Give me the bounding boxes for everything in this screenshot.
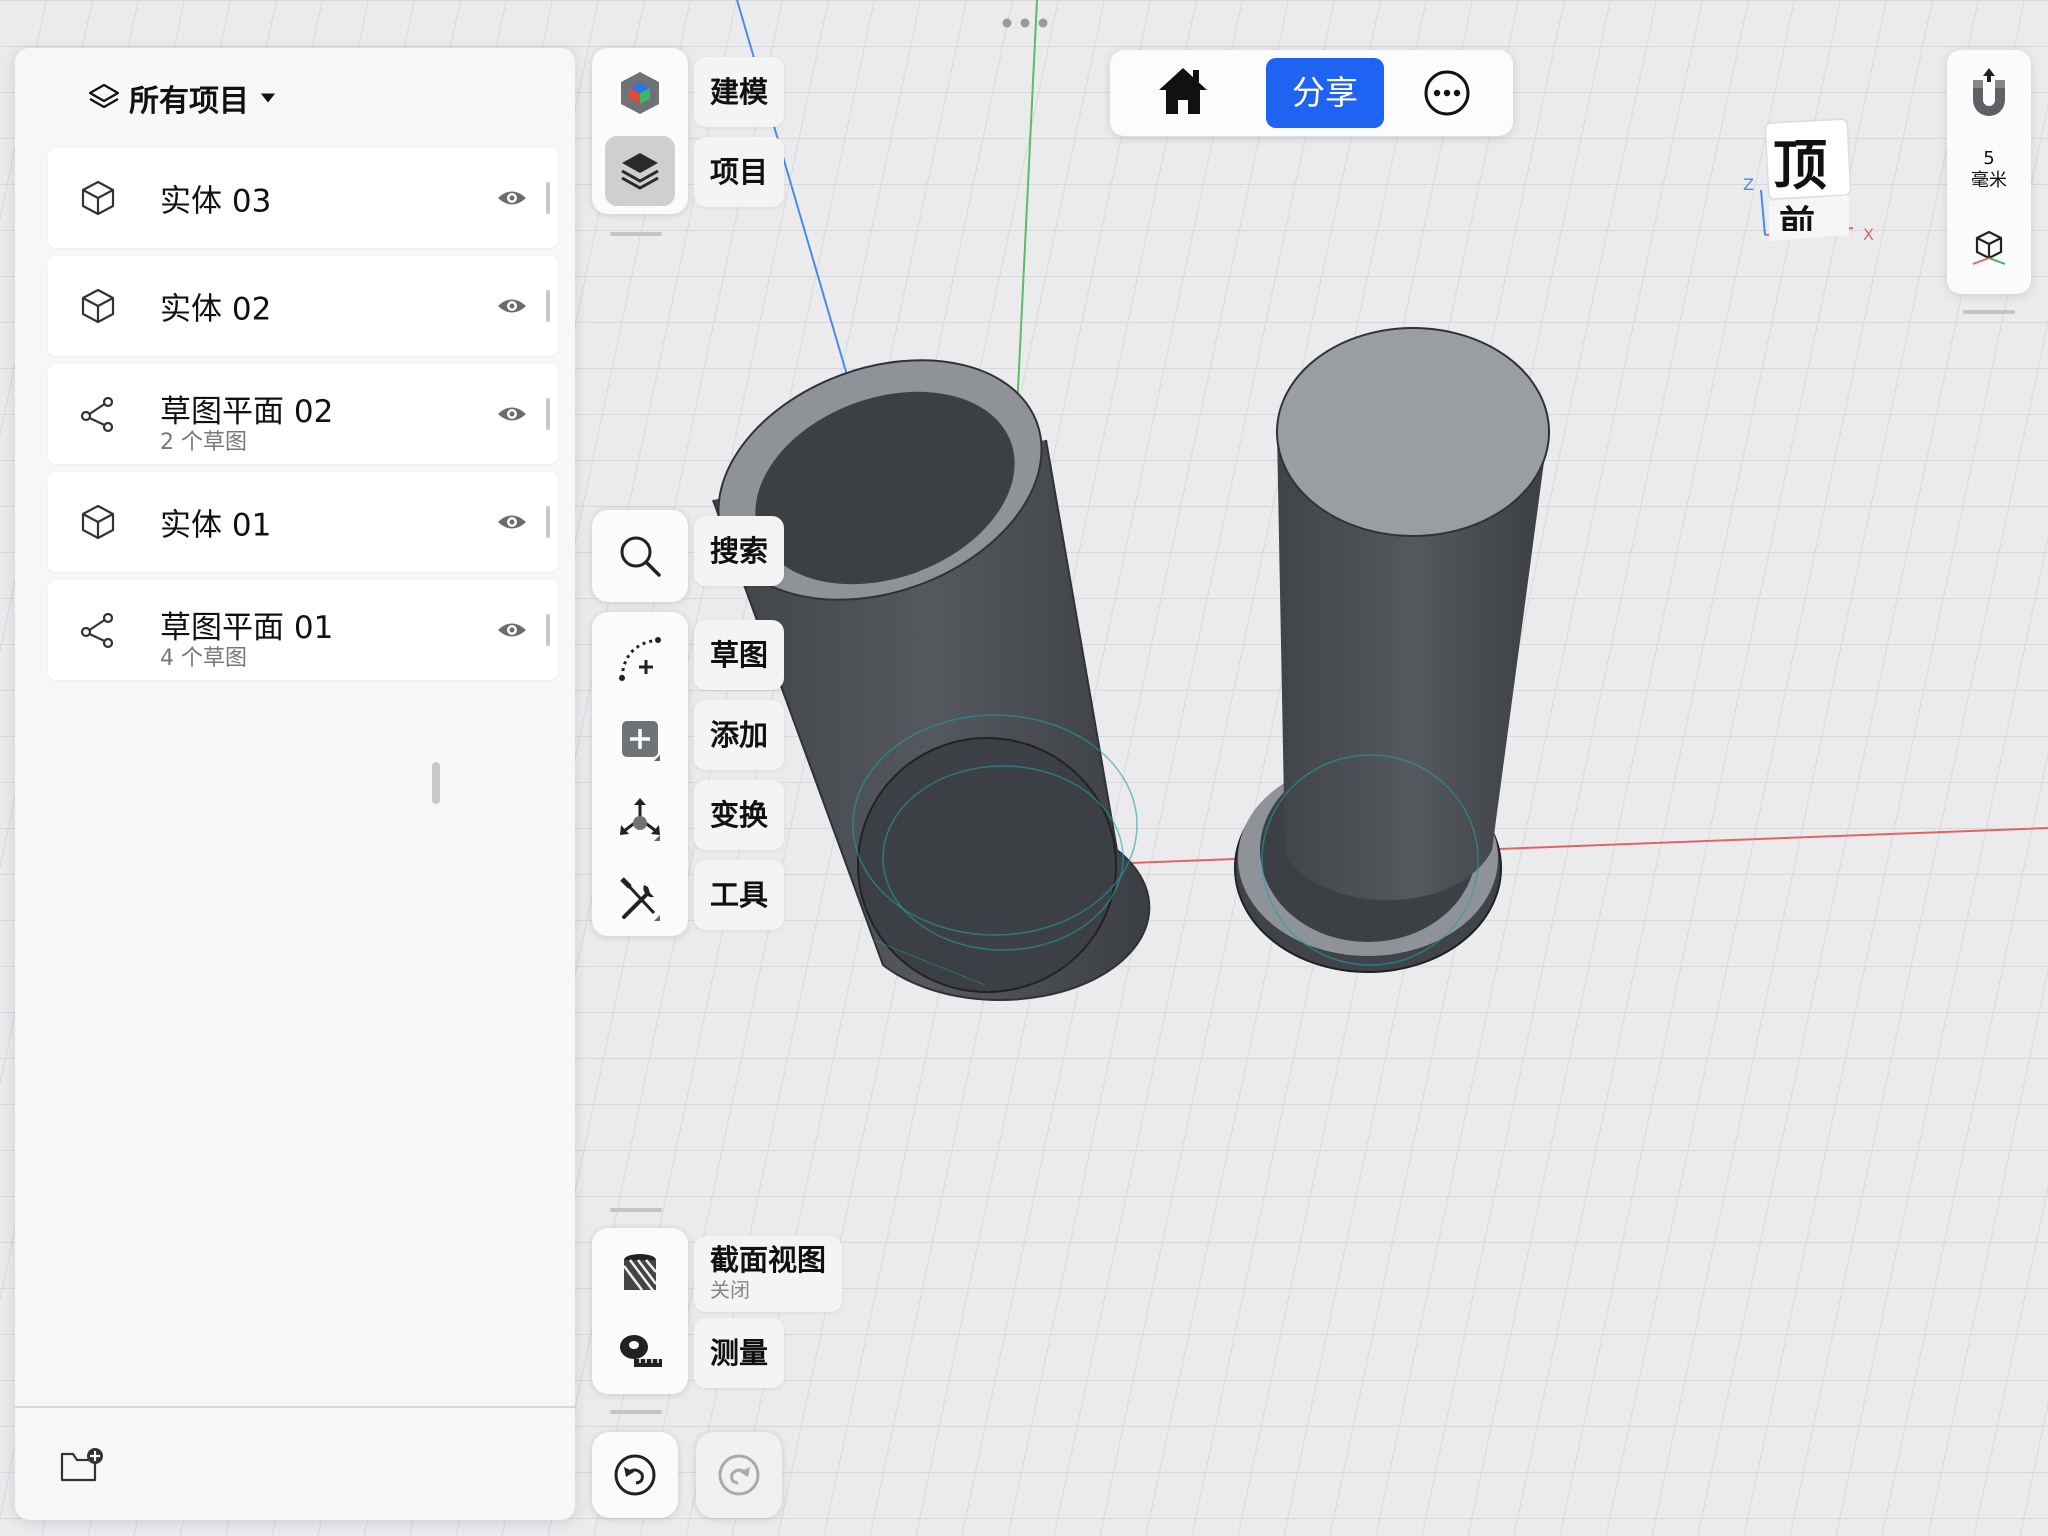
project-panel: 所有项目 实体 03 实体 02 草图平面 02 2 个草图 实体 01 草图平… [15,48,575,1520]
eye-icon[interactable] [496,507,528,537]
list-item[interactable]: 实体 01 [48,472,558,572]
sketch-node-icon [80,396,114,433]
transform-arrows-icon [620,798,660,841]
modeling-cube-icon [621,72,659,114]
undo-button[interactable] [592,1432,678,1518]
redo-button[interactable] [696,1432,782,1518]
eye-icon[interactable] [496,291,528,321]
workspace-toolbar [592,48,688,214]
home-icon[interactable] [1155,64,1211,120]
transform-button[interactable] [605,784,675,854]
view-cube-front[interactable]: 前 [1779,195,1815,231]
visibility-divider [546,614,550,646]
search-button[interactable] [605,521,675,591]
right-toolbar-separator [1963,310,2015,314]
more-dots-handle[interactable] [1001,14,1049,28]
sketch-button[interactable] [605,623,675,693]
visibility-divider [546,398,550,430]
search-label[interactable]: 搜索 [694,516,785,586]
eye-icon[interactable] [496,615,528,645]
visibility-divider [546,182,550,214]
cube-icon [81,288,115,324]
dots-icon [1002,18,1048,28]
sketch-arc-icon [619,637,661,681]
panel-footer [15,1406,575,1520]
right-toolbar: 5 毫米 [1947,50,2031,294]
section-view-label[interactable]: 截面视图 关闭 [694,1236,843,1312]
section-view-icon [623,1254,657,1293]
section-view-title: 截面视图 [710,1243,827,1277]
search-group [592,510,688,602]
view-cube[interactable]: 顶 前 Z X [1735,115,1885,245]
eye-icon[interactable] [496,183,528,213]
items-label[interactable]: 项目 [694,137,785,207]
share-button[interactable]: 分享 [1266,58,1384,128]
list-item[interactable]: 草图平面 01 4 个草图 [48,580,558,680]
panel-title: 所有项目 [129,84,249,119]
add-label[interactable]: 添加 [694,700,785,770]
undo-icon [614,1454,656,1496]
top-bar: 分享 [1110,50,1513,136]
caret-down-icon [260,93,276,103]
layers-stack-icon [621,153,659,190]
sketch-node-icon [80,612,114,649]
snap-value: 5 [1983,148,1995,169]
cube-icon [81,504,115,540]
new-folder-icon[interactable] [59,1446,105,1486]
axis-z-label: Z [1743,175,1754,194]
item-name: 实体 02 [160,291,272,328]
tape-measure-icon [620,1335,662,1367]
snap-magnet-icon[interactable] [1967,66,2011,122]
wrench-screwdriver-icon [620,877,660,921]
visibility-divider [546,290,550,322]
axis-x-label: X [1863,225,1874,244]
list-item[interactable]: 实体 03 [48,148,558,248]
items-button[interactable] [605,136,675,206]
snap-unit: 毫米 [1971,170,2007,191]
panel-resize-handle[interactable] [432,762,440,804]
snap-value-group[interactable]: 5 毫米 [1947,148,2031,192]
tools-label[interactable]: 工具 [694,860,785,930]
all-projects-dropdown[interactable]: 所有项目 [87,78,279,119]
inspect-group [592,1228,688,1394]
view-cube-top[interactable]: 顶 [1773,121,1827,200]
item-name: 实体 01 [160,507,272,544]
search-icon [620,536,661,577]
section-view-button[interactable] [605,1239,675,1309]
measure-button[interactable] [605,1316,675,1386]
toolbar-separator [610,1410,662,1414]
tools-button[interactable] [605,864,675,934]
list-item[interactable]: 草图平面 02 2 个草图 [48,364,558,464]
orientation-cube-icon[interactable] [1969,226,2009,266]
toolbar-separator [610,1208,662,1212]
cube-icon [81,180,115,216]
visibility-divider [546,506,550,538]
more-options-icon[interactable] [1422,68,1472,118]
add-button[interactable] [605,704,675,774]
tool-group [592,612,688,936]
measure-label[interactable]: 测量 [694,1318,785,1388]
sketch-label[interactable]: 草图 [694,620,785,690]
item-sub: 4 个草图 [160,646,247,671]
item-sub: 2 个草图 [160,430,247,455]
redo-icon [718,1454,760,1496]
transform-label[interactable]: 变换 [694,780,785,850]
layers-icon [88,83,120,109]
modeling-button[interactable] [605,58,675,128]
add-plus-icon [622,721,660,761]
toolbar-separator [610,232,662,236]
modeling-label[interactable]: 建模 [694,57,785,127]
item-name: 实体 03 [160,183,272,220]
section-view-state: 关闭 [710,1278,750,1302]
eye-icon[interactable] [496,399,528,429]
list-item[interactable]: 实体 02 [48,256,558,356]
